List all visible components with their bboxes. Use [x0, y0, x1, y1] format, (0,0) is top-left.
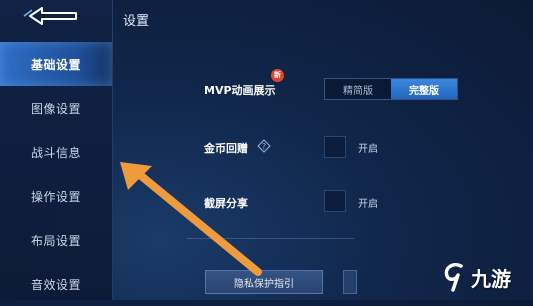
sidebar-item-layout[interactable]: 布局设置	[0, 218, 112, 262]
sidebar-item-label: 操作设置	[30, 189, 81, 204]
watermark-logo: 九游	[441, 259, 529, 295]
back-arrow-icon[interactable]	[20, 4, 82, 28]
coin-reward-toggle-label: 开启	[358, 144, 378, 155]
watermark-text: 九游	[471, 266, 511, 291]
coin-reward-label: 金币回赠	[204, 142, 248, 155]
sidebar-item-sound[interactable]: 音效设置	[0, 262, 112, 306]
mvp-option-full[interactable]: 完整版	[391, 79, 457, 99]
sidebar-item-label: 音效设置	[30, 277, 81, 292]
help-icon[interactable]: ?	[257, 139, 271, 153]
sidebar-item-label: 基础设置	[30, 57, 81, 72]
sidebar-item-controls[interactable]: 操作设置	[0, 174, 112, 218]
screenshot-share-checkbox[interactable]	[324, 190, 346, 212]
annotation-arrow-icon	[120, 162, 262, 276]
screenshot-share-toggle-label: 开启	[358, 199, 378, 210]
sidebar-item-label: 图像设置	[30, 101, 81, 116]
sidebar-item-battle-info[interactable]: 战斗信息	[0, 130, 112, 174]
mvp-mode-selector: 精简版 完整版	[324, 78, 458, 100]
nine-game-logo-icon	[444, 263, 463, 292]
page-title: 设置	[123, 14, 150, 29]
secondary-button[interactable]	[343, 270, 357, 294]
coin-reward-checkbox[interactable]	[324, 136, 346, 158]
mvp-animation-label: MVP动画展示	[204, 84, 276, 97]
sidebar-item-label: 战斗信息	[30, 145, 81, 160]
sidebar: 基础设置 图像设置 战斗信息 操作设置 布局设置 音效设置	[0, 0, 113, 300]
sidebar-item-graphics[interactable]: 图像设置	[0, 86, 112, 130]
mvp-option-simple[interactable]: 精简版	[325, 79, 391, 99]
new-badge: 新	[271, 69, 284, 82]
sidebar-item-label: 布局设置	[30, 233, 81, 248]
svg-text:?: ?	[262, 142, 266, 151]
sidebar-item-basic[interactable]: 基础设置	[0, 42, 112, 86]
